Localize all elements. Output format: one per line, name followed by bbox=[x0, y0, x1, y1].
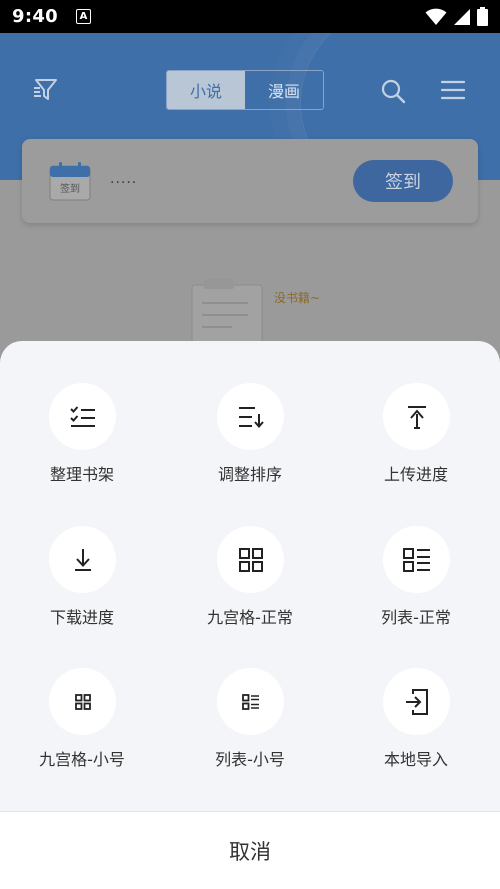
option-download-progress[interactable]: 下载进度 bbox=[2, 484, 162, 627]
upload-icon bbox=[407, 405, 426, 429]
option-icon-circle bbox=[383, 383, 450, 450]
download-icon bbox=[74, 548, 91, 571]
option-local-import[interactable]: 本地导入 bbox=[336, 626, 496, 769]
option-label: 整理书架 bbox=[49, 465, 114, 484]
option-grid-normal[interactable]: 九宫格-正常 bbox=[170, 484, 330, 627]
option-icon-circle bbox=[383, 526, 450, 593]
status-bar: 9:40 A bbox=[0, 0, 500, 33]
import-icon bbox=[405, 688, 428, 715]
option-icon-circle bbox=[217, 383, 284, 450]
option-label: 上传进度 bbox=[383, 465, 448, 484]
bottom-sheet: 整理书架 调整排序 上传进度 下载进度 九宫格-正常 列表-正常 九宫格-小号 … bbox=[0, 341, 500, 889]
tab-novel[interactable]: 小说 bbox=[167, 71, 245, 109]
option-icon-circle bbox=[49, 668, 116, 735]
sort-icon bbox=[238, 406, 264, 428]
cancel-button[interactable]: 取消 bbox=[0, 812, 500, 889]
empty-state-text: 没书籍~ bbox=[274, 291, 321, 305]
option-icon-circle bbox=[49, 526, 116, 593]
battery-icon bbox=[477, 7, 488, 26]
grid-small-icon bbox=[74, 693, 91, 710]
filter-icon[interactable] bbox=[33, 77, 59, 103]
option-label: 本地导入 bbox=[383, 750, 448, 769]
option-label: 调整排序 bbox=[217, 465, 282, 484]
option-label: 九宫格-小号 bbox=[39, 750, 125, 769]
option-label: 列表-小号 bbox=[215, 750, 285, 769]
notification-icon: A bbox=[75, 9, 91, 24]
options-grid: 整理书架 调整排序 上传进度 下载进度 九宫格-正常 列表-正常 九宫格-小号 … bbox=[0, 341, 500, 811]
search-icon[interactable] bbox=[380, 78, 406, 104]
list-small-icon bbox=[241, 693, 259, 710]
option-label: 九宫格-正常 bbox=[207, 608, 293, 627]
option-label: 列表-正常 bbox=[381, 608, 451, 627]
signal-icon bbox=[454, 8, 470, 25]
option-grid-small[interactable]: 九宫格-小号 bbox=[2, 626, 162, 769]
category-tabs: 小说 漫画 bbox=[166, 70, 324, 110]
option-label: 下载进度 bbox=[49, 608, 114, 627]
option-adjust-order[interactable]: 调整排序 bbox=[170, 341, 330, 484]
option-upload-progress[interactable]: 上传进度 bbox=[336, 341, 496, 484]
option-list-normal[interactable]: 列表-正常 bbox=[336, 484, 496, 627]
calendar-label: 签到 bbox=[60, 182, 80, 195]
signin-card: 签到 ····· 签到 bbox=[22, 139, 478, 223]
checklist-icon bbox=[69, 405, 95, 427]
option-organize-shelf[interactable]: 整理书架 bbox=[2, 341, 162, 484]
grid-icon bbox=[238, 547, 263, 572]
option-icon-circle bbox=[49, 383, 116, 450]
signin-button[interactable]: 签到 bbox=[353, 160, 453, 202]
option-icon-circle bbox=[383, 668, 450, 735]
status-time: 9:40 bbox=[12, 6, 58, 27]
option-icon-circle bbox=[217, 526, 284, 593]
empty-bookshelf-illustration bbox=[191, 279, 263, 343]
tab-comic[interactable]: 漫画 bbox=[245, 71, 323, 109]
option-icon-circle bbox=[217, 668, 284, 735]
menu-icon[interactable] bbox=[441, 80, 465, 100]
wifi-icon bbox=[425, 8, 447, 25]
option-list-small[interactable]: 列表-小号 bbox=[170, 626, 330, 769]
list-icon bbox=[402, 547, 430, 572]
signin-text: ····· bbox=[110, 175, 138, 191]
calendar-icon: 签到 bbox=[49, 162, 91, 201]
status-icons bbox=[425, 7, 488, 26]
